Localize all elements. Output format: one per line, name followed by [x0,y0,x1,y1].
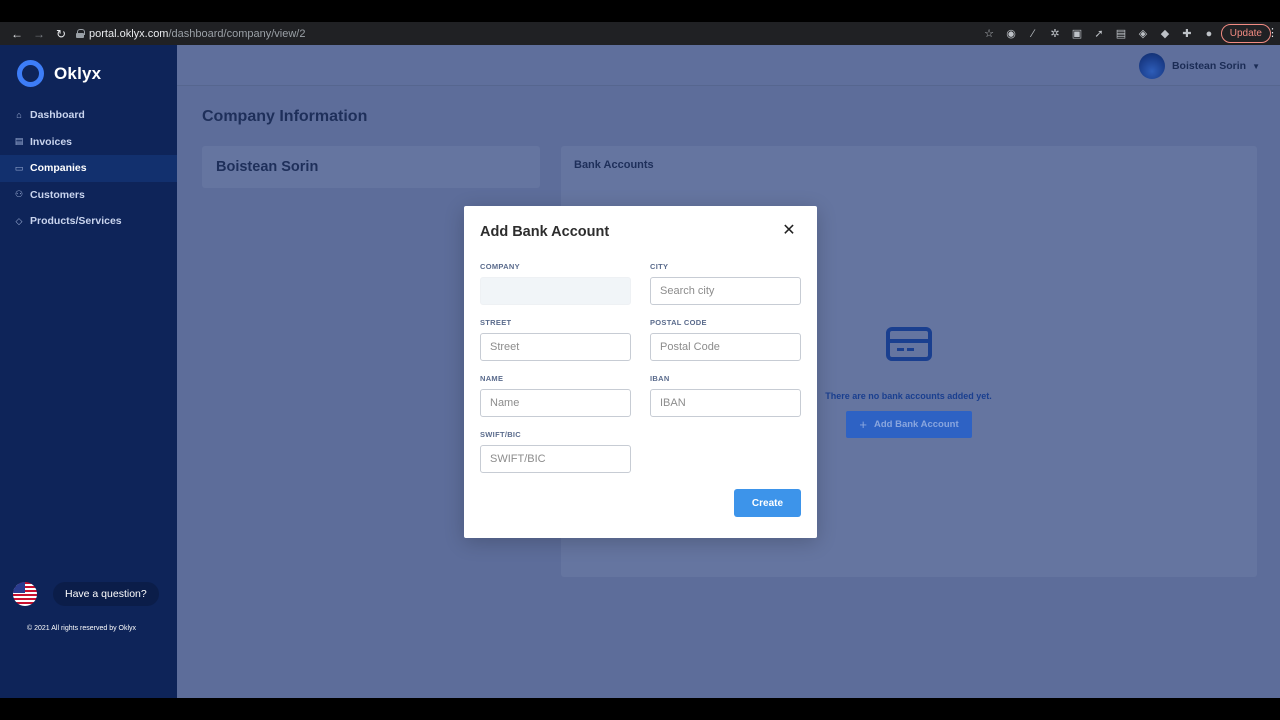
profile-icon[interactable]: ● [1202,28,1216,40]
top-header: Boistean Sorin ▼ [177,45,1280,86]
sidebar-item-invoices[interactable]: ▤ Invoices [0,129,177,156]
company-label: COMPANY [480,262,520,271]
postal-code-label: POSTAL CODE [650,318,707,327]
sidebar-item-label: Products/Services [30,215,122,228]
logo-ring-icon [17,60,44,87]
chevron-down-icon: ▼ [1252,61,1260,71]
reload-icon[interactable]: ↻ [50,27,72,41]
sidebar-item-label: Invoices [30,135,73,148]
plus-icon: + [859,417,867,432]
credit-card-icon [886,327,932,361]
browser-menu-icon[interactable]: ⋮ [1267,26,1278,39]
city-label: CITY [650,262,669,271]
iban-label: IBAN [650,374,670,383]
forward-icon[interactable]: → [28,27,50,41]
url-path: /dashboard/company/view/2 [168,27,306,40]
brand-logo[interactable]: Oklyx [17,60,101,87]
bank-accounts-title: Bank Accounts [574,159,654,171]
top-black-bar [0,0,1280,22]
sidebar: Oklyx ⌂ Dashboard ▤ Invoices ▭ Companies… [0,45,177,698]
invoice-icon: ▤ [14,136,24,147]
add-bank-account-label: Add Bank Account [873,419,959,430]
sidebar-item-products[interactable]: ◇ Products/Services [0,208,177,235]
company-name: Boistean Sorin [216,159,319,175]
close-icon[interactable]: ✕ [782,223,796,239]
help-question-button[interactable]: Have a question? [53,582,159,606]
update-button[interactable]: Update [1220,24,1271,43]
copyright-text: © 2021 All rights reserved by Oklyx [27,625,137,632]
page-title: Company Information [202,108,368,125]
company-card: Boistean Sorin [202,146,540,188]
brand-name: Oklyx [54,63,102,83]
name-label: NAME [480,374,504,383]
swift-bic-label: SWIFT/BIC [480,430,522,439]
url-host: portal.oklyx.com [89,27,169,40]
sidebar-nav: ⌂ Dashboard ▤ Invoices ▭ Companies ⚇ Cus… [0,102,177,235]
tag-icon: ◇ [15,215,23,226]
street-label: STREET [480,318,512,327]
pen-extension-icon[interactable]: ∕ [1026,28,1040,40]
add-bank-account-button[interactable]: + Add Bank Account [846,411,972,438]
briefcase-icon: ▭ [14,162,24,173]
add-bank-account-modal: Add Bank Account ✕ COMPANY CITY STREET P… [464,206,817,538]
doc-extension-icon[interactable]: ▤ [1114,27,1128,40]
browser-toolbar: ← → ↻ portal.oklyx.com/dashboard/company… [0,22,1280,45]
company-field [480,277,631,305]
postal-code-field[interactable] [650,333,801,361]
avatar [1138,53,1165,79]
city-search-input[interactable] [650,277,801,305]
sidebar-item-label: Customers [30,188,85,201]
drop-extension-icon[interactable]: ◆ [1158,27,1172,40]
star-icon[interactable]: ☆ [982,27,996,40]
us-flag-icon[interactable] [13,582,37,606]
sidebar-item-dashboard[interactable]: ⌂ Dashboard [0,102,177,129]
address-bar[interactable]: portal.oklyx.com/dashboard/company/view/… [76,28,305,40]
gear-extension-icon[interactable]: ✲ [1048,27,1062,40]
empty-state-text: There are no bank accounts added yet. [825,391,992,401]
lock-icon [76,29,85,38]
user-menu[interactable]: Boistean Sorin ▼ [1138,53,1260,79]
sidebar-item-label: Dashboard [30,109,85,122]
cube-extension-icon[interactable]: ◈ [1136,27,1150,40]
street-field[interactable] [480,333,631,361]
sidebar-item-customers[interactable]: ⚇ Customers [0,182,177,209]
modal-title: Add Bank Account [480,224,610,240]
eye-extension-icon[interactable]: ◉ [1004,27,1018,40]
swift-bic-field[interactable] [480,445,631,473]
home-icon: ⌂ [16,110,22,121]
puzzle-icon[interactable]: ✚ [1180,27,1194,40]
back-icon[interactable]: ← [6,27,28,41]
user-name: Boistean Sorin [1171,60,1247,72]
users-icon: ⚇ [14,189,24,200]
bottom-black-bar [0,698,1280,720]
sidebar-item-companies[interactable]: ▭ Companies [0,155,177,182]
iban-field[interactable] [650,389,801,417]
rocket-extension-icon[interactable]: ➚ [1092,27,1106,40]
sidebar-item-label: Companies [30,162,87,175]
grammarly-extension-icon[interactable]: ▣ [1070,27,1084,40]
name-field[interactable] [480,389,631,417]
create-button[interactable]: Create [734,489,801,517]
